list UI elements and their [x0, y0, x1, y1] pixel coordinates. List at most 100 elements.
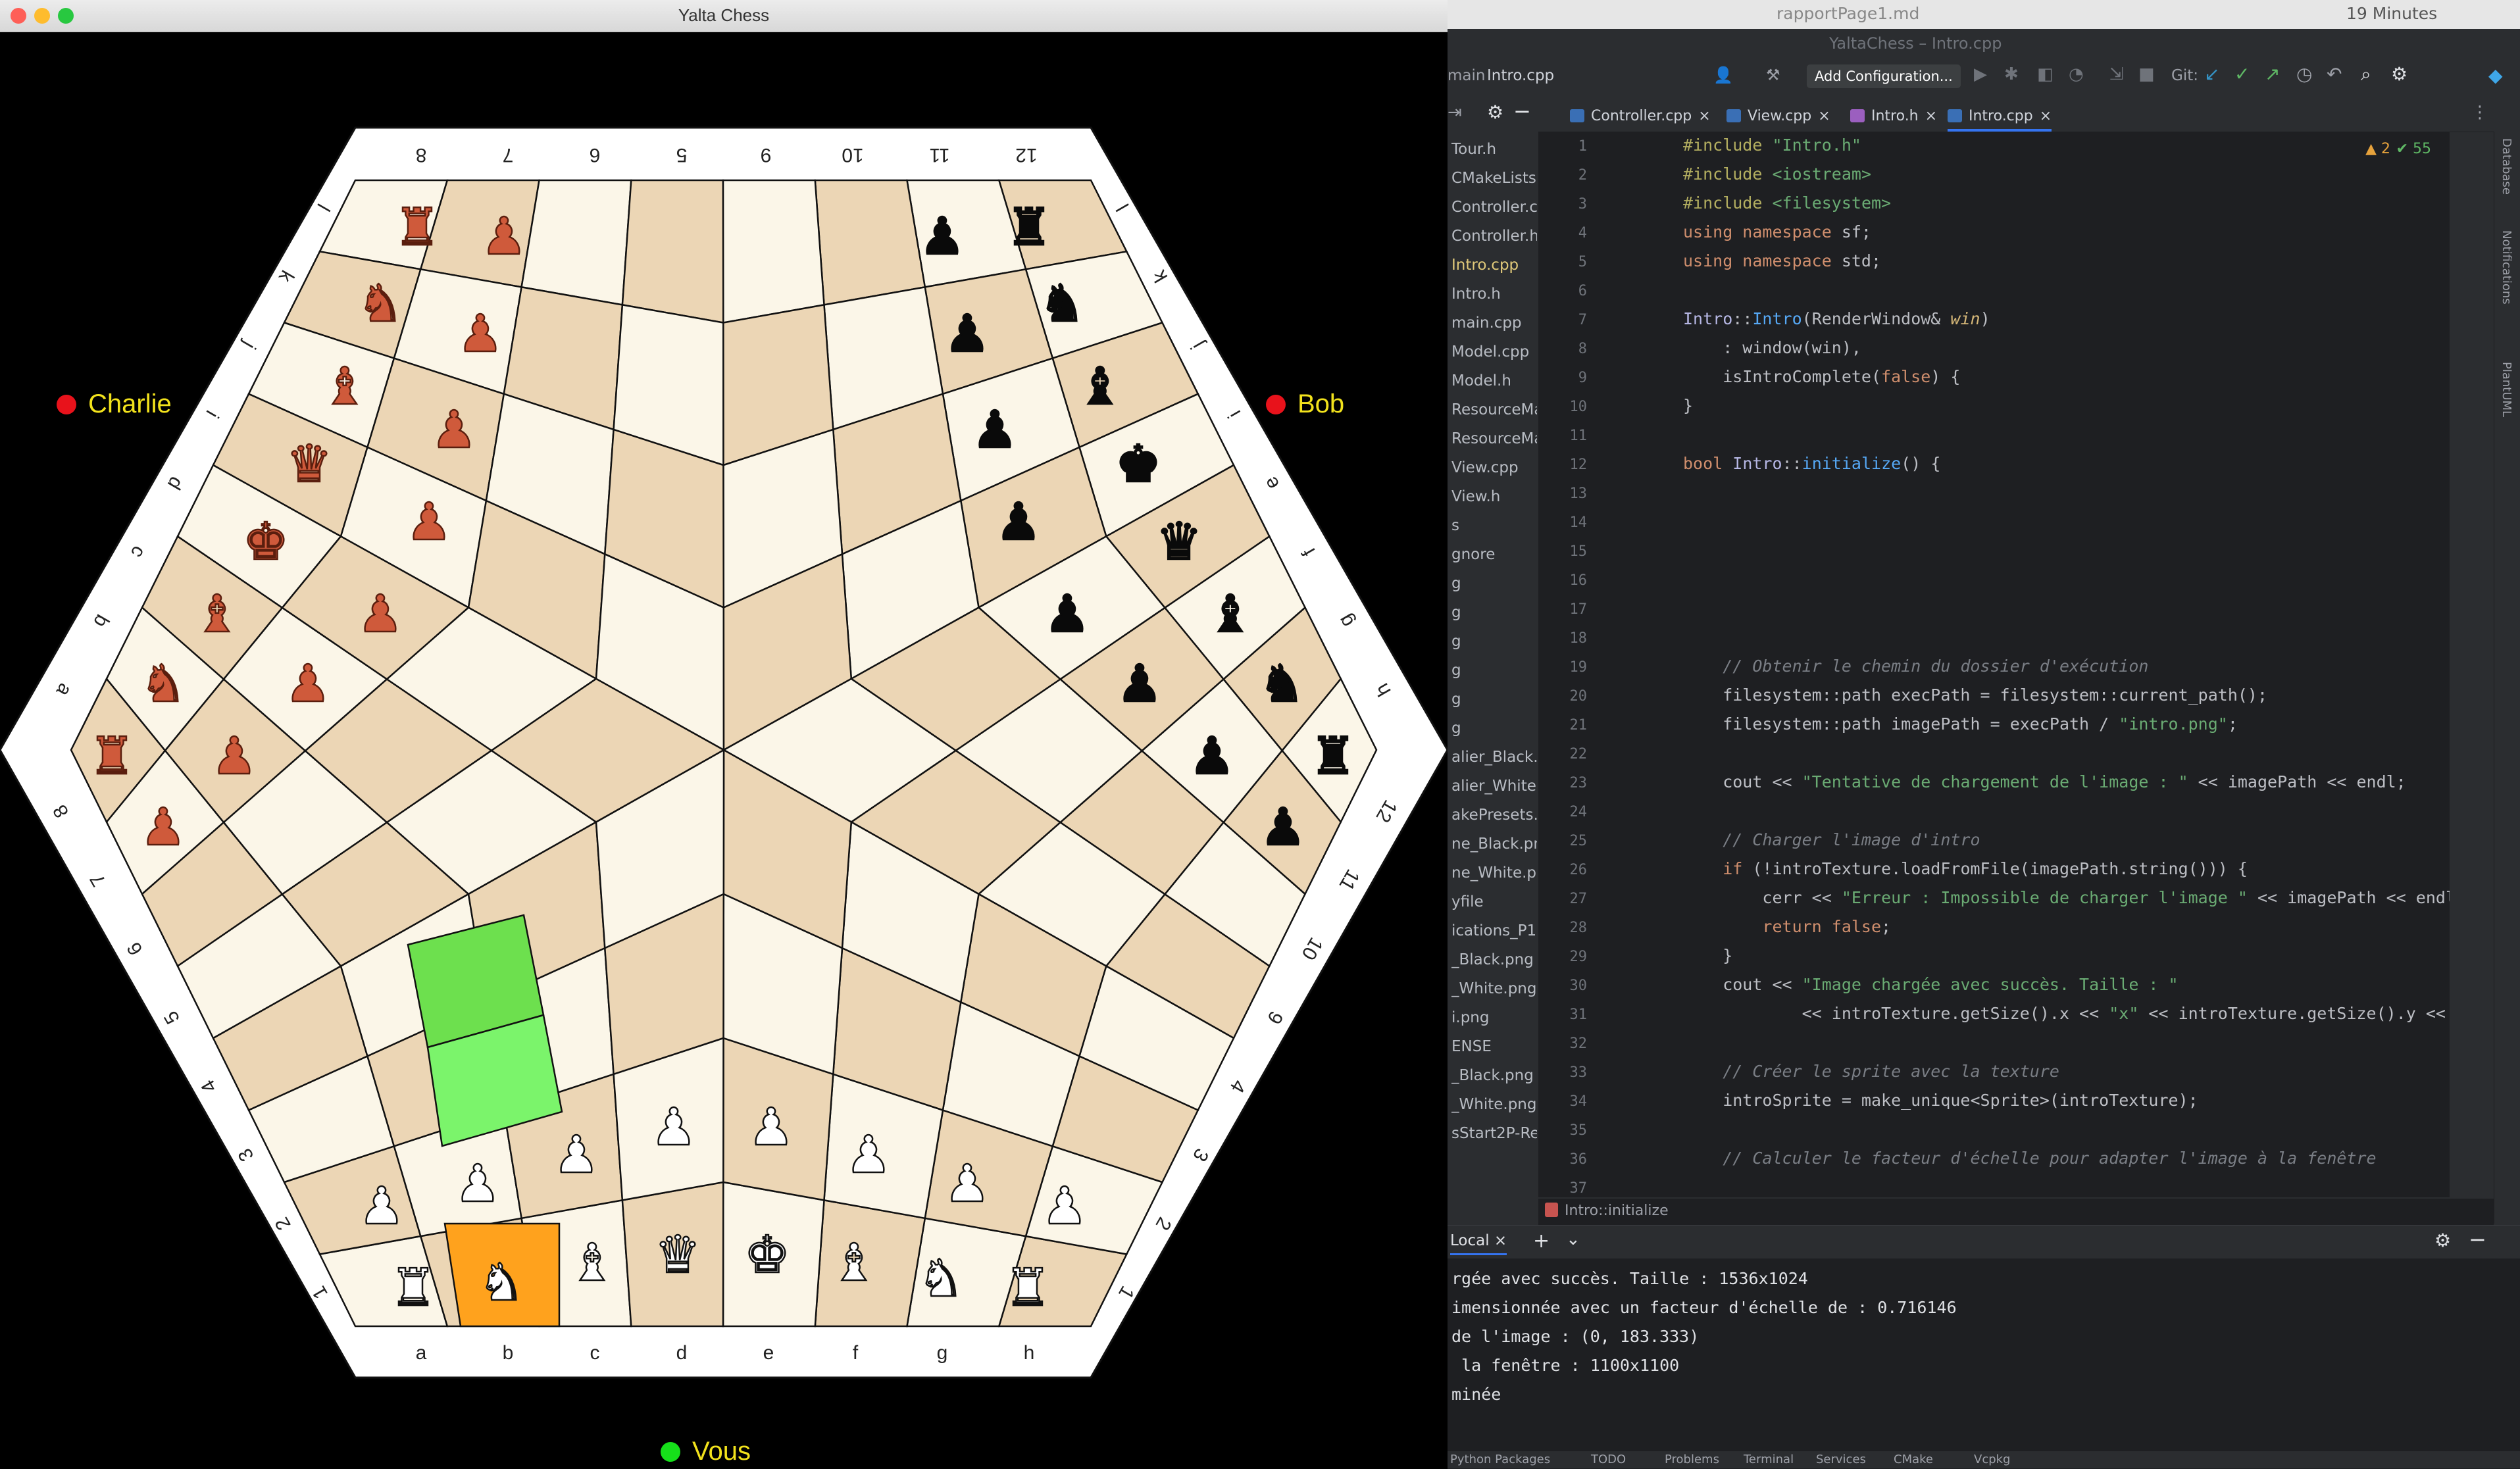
- board-square[interactable]: [520, 179, 632, 306]
- project-file-item[interactable]: g: [1451, 604, 1537, 621]
- red-pawn[interactable]: ♟: [139, 797, 187, 859]
- project-file-item[interactable]: _Black.png: [1451, 951, 1537, 968]
- black-bishop[interactable]: ♝: [1076, 357, 1124, 418]
- white-pawn[interactable]: ♟: [553, 1125, 600, 1186]
- project-file-item[interactable]: View.cpp: [1451, 459, 1537, 476]
- red-bishop[interactable]: ♝: [321, 357, 368, 418]
- project-file-item[interactable]: main.cpp: [1451, 314, 1537, 332]
- terminal-panel[interactable]: Local × + ⌄ ⚙ − rgée avec succès. Taille…: [1448, 1225, 2520, 1469]
- black-pawn[interactable]: ♟: [1116, 654, 1163, 715]
- white-bishop[interactable]: ♝: [830, 1233, 878, 1294]
- project-file-item[interactable]: Model.cpp: [1451, 343, 1537, 361]
- more-tabs-icon[interactable]: ⋮: [2471, 103, 2488, 122]
- tool-window-button[interactable]: Vcpkg: [1974, 1453, 2011, 1466]
- attach-icon[interactable]: ⇲: [2109, 64, 2124, 84]
- project-file-item[interactable]: sStart2P-Re: [1451, 1125, 1537, 1142]
- tab-view-cpp[interactable]: View.cpp ×: [1726, 103, 1830, 129]
- profile-icon[interactable]: ◔: [2069, 64, 2084, 84]
- tool-window-button[interactable]: TODO: [1591, 1453, 1626, 1466]
- red-pawn[interactable]: ♟: [480, 207, 528, 268]
- project-file-item[interactable]: CMakeLists.t: [1451, 170, 1537, 187]
- red-knight[interactable]: ♞: [357, 274, 404, 335]
- project-file-item[interactable]: g: [1451, 633, 1537, 650]
- database-tool[interactable]: Database: [2500, 138, 2513, 195]
- close-tab-icon[interactable]: ×: [1925, 108, 1937, 124]
- new-terminal-icon[interactable]: +: [1533, 1230, 1550, 1253]
- black-pawn[interactable]: ♟: [1188, 726, 1236, 787]
- tab-intro-cpp[interactable]: Intro.cpp ×: [1948, 103, 2052, 132]
- white-knight[interactable]: ♞: [917, 1249, 965, 1310]
- close-tab-icon[interactable]: ×: [2040, 108, 2052, 124]
- project-file-item[interactable]: ne_White.pn: [1451, 864, 1537, 882]
- tool-window-button[interactable]: CMake: [1894, 1453, 1933, 1466]
- background-tab[interactable]: rapportPage1.md: [1777, 4, 1919, 23]
- close-tab-icon[interactable]: ×: [1698, 108, 1710, 124]
- red-knight[interactable]: ♞: [139, 654, 187, 715]
- white-bishop[interactable]: ♝: [568, 1233, 616, 1294]
- stop-icon[interactable]: ■: [2138, 64, 2155, 84]
- close-tab-icon[interactable]: ×: [1818, 108, 1830, 124]
- jetbrains-logo-icon[interactable]: ◆: [2488, 64, 2503, 86]
- red-king[interactable]: ♚: [242, 512, 290, 573]
- red-pawn[interactable]: ♟: [357, 584, 404, 645]
- black-pawn[interactable]: ♟: [1259, 797, 1307, 859]
- black-pawn[interactable]: ♟: [971, 400, 1019, 461]
- red-rook[interactable]: ♜: [88, 726, 136, 787]
- project-file-item[interactable]: Controller.cp: [1451, 199, 1537, 216]
- settings-gear-icon[interactable]: ⚙: [2391, 63, 2407, 85]
- project-file-item[interactable]: _White.png: [1451, 1096, 1537, 1113]
- tool-window-button[interactable]: Python Packages: [1450, 1453, 1550, 1466]
- red-bishop[interactable]: ♝: [193, 584, 241, 645]
- project-file-item[interactable]: akePresets.js: [1451, 807, 1537, 824]
- project-file-item[interactable]: ne_Black.png: [1451, 835, 1537, 853]
- project-file-item[interactable]: _White.png: [1451, 980, 1537, 997]
- white-pawn[interactable]: ♟: [358, 1176, 405, 1237]
- chess-board[interactable]: a b c d e f g h8 7 6 5 9 10 11 12lkjidcbalkjiefgh12345…: [0, 32, 1448, 1468]
- user-icon[interactable]: 👤: [1713, 66, 1733, 84]
- black-queen[interactable]: ♛: [1155, 512, 1203, 573]
- tool-window-button[interactable]: Problems: [1665, 1453, 1719, 1466]
- black-pawn[interactable]: ♟: [919, 207, 966, 268]
- red-pawn[interactable]: ♟: [211, 726, 258, 787]
- panel-hide-icon[interactable]: −: [1513, 99, 1531, 124]
- black-rook[interactable]: ♜: [1005, 197, 1053, 259]
- project-file-item[interactable]: s: [1451, 517, 1537, 534]
- white-rook[interactable]: ♜: [390, 1258, 437, 1319]
- git-commit-icon[interactable]: ✓: [2234, 63, 2250, 85]
- red-pawn[interactable]: ♟: [284, 654, 332, 715]
- notifications-tool[interactable]: Notifications: [2500, 230, 2513, 305]
- white-pawn[interactable]: ♟: [845, 1125, 892, 1186]
- tab-intro-h[interactable]: Intro.h ×: [1850, 103, 1937, 129]
- search-icon[interactable]: ⌕: [2361, 63, 2371, 86]
- red-queen[interactable]: ♛: [286, 434, 333, 495]
- project-file-item[interactable]: ENSE: [1451, 1038, 1537, 1055]
- red-pawn[interactable]: ♟: [430, 400, 478, 461]
- git-update-icon[interactable]: ↙: [2204, 63, 2219, 85]
- plantuml-tool[interactable]: PlantUML: [2500, 362, 2513, 417]
- white-queen[interactable]: ♛: [654, 1225, 701, 1286]
- black-pawn[interactable]: ♟: [995, 492, 1042, 553]
- terminal-hide-icon[interactable]: −: [2469, 1227, 2486, 1252]
- board-square[interactable]: [722, 179, 825, 324]
- red-pawn[interactable]: ♟: [405, 492, 453, 553]
- black-knight[interactable]: ♞: [1258, 654, 1305, 715]
- black-rook[interactable]: ♜: [1309, 726, 1357, 787]
- file-crumb[interactable]: Intro.cpp: [1487, 67, 1554, 84]
- project-file-item[interactable]: yfile: [1451, 893, 1537, 910]
- black-pawn[interactable]: ♟: [1044, 584, 1091, 645]
- white-pawn[interactable]: ♟: [944, 1154, 991, 1215]
- rollback-icon[interactable]: ↶: [2327, 63, 2342, 85]
- history-icon[interactable]: ◷: [2296, 63, 2312, 85]
- board-square[interactable]: [814, 179, 926, 306]
- build-hammer-icon[interactable]: ⚒: [1766, 66, 1780, 84]
- code-breadcrumb[interactable]: Intro::initialize: [1538, 1199, 2494, 1225]
- black-king[interactable]: ♚: [1115, 434, 1162, 495]
- project-file-item[interactable]: i.png: [1451, 1009, 1537, 1026]
- project-file-item[interactable]: ications_P1.i: [1451, 922, 1537, 939]
- project-file-item[interactable]: View.h: [1451, 488, 1537, 505]
- project-file-item[interactable]: Intro.h: [1451, 286, 1537, 303]
- project-file-item[interactable]: Model.h: [1451, 372, 1537, 389]
- white-king[interactable]: ♚: [743, 1225, 791, 1286]
- red-pawn[interactable]: ♟: [457, 304, 504, 365]
- collapse-icon[interactable]: ⇥: [1448, 103, 1462, 122]
